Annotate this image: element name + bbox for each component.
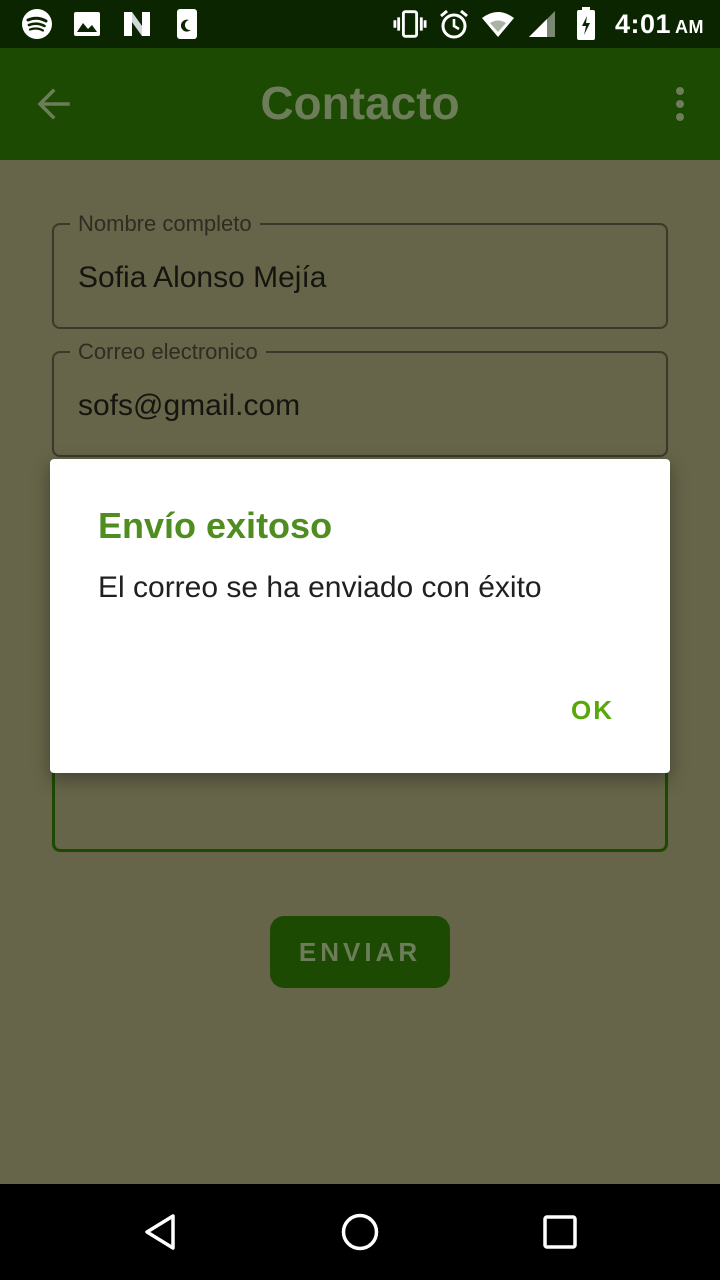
status-bar: 4:01 AM [0, 0, 720, 48]
clock-ampm: AM [675, 16, 704, 37]
vibrate-icon [393, 7, 427, 41]
signal-icon [525, 7, 559, 41]
send-button[interactable]: ENVIAR [270, 916, 450, 988]
name-field-label: Nombre completo [70, 211, 260, 237]
navigation-bar [0, 1184, 720, 1280]
more-vert-icon [676, 87, 684, 121]
wifi-icon [481, 7, 515, 41]
battery-icon [569, 7, 603, 41]
email-field-label: Correo electronico [70, 339, 266, 365]
dialog-ok-button[interactable]: OK [571, 695, 614, 726]
app-bar: Contacto [0, 48, 720, 160]
overflow-menu-button[interactable] [660, 78, 700, 130]
night-mode-icon [170, 7, 204, 41]
nav-back-button[interactable] [136, 1208, 184, 1256]
nav-recents-icon [543, 1215, 577, 1249]
clock-time: 4:01 [614, 8, 671, 39]
email-field-value: sofs@gmail.com [78, 389, 301, 422]
name-field-value: Sofia Alonso Mejía [78, 261, 327, 294]
spotify-icon [20, 7, 54, 41]
notification-n-icon [120, 7, 154, 41]
clock: 4:01 AM [615, 9, 704, 40]
dialog-message: El correo se ha enviado con éxito [98, 571, 542, 604]
nav-home-button[interactable] [336, 1208, 384, 1256]
image-icon [70, 7, 104, 41]
nav-recents-button[interactable] [536, 1208, 584, 1256]
page-title: Contacto [260, 77, 460, 129]
alarm-icon [437, 7, 471, 41]
screen: 4:01 AM Contacto Nombre completo Sofia Al… [0, 0, 720, 1280]
dialog-title: Envío exitoso [98, 505, 333, 546]
nav-back-icon [145, 1214, 175, 1250]
name-field[interactable]: Nombre completo Sofia Alonso Mejía [52, 211, 668, 329]
success-dialog: Envío exitoso El correo se ha enviado co… [50, 459, 670, 773]
nav-home-icon [341, 1213, 379, 1251]
email-field[interactable]: Correo electronico sofs@gmail.com [52, 339, 668, 457]
